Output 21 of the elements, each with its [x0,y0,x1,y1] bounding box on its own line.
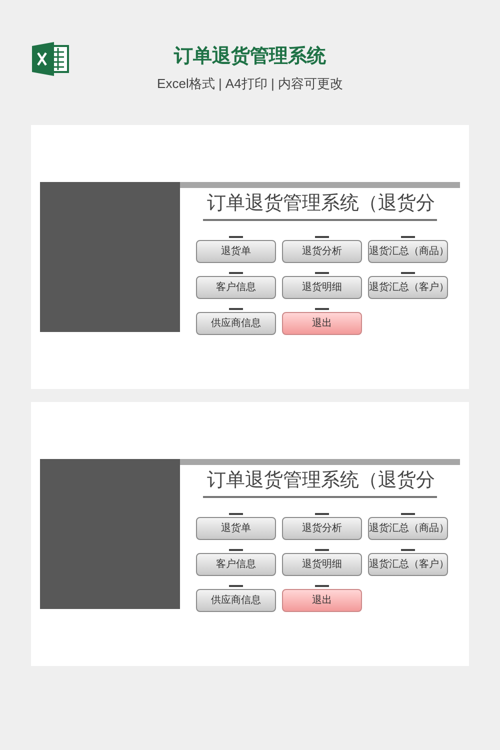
sheet-title: 订单退货管理系统（退货分 [207,469,436,493]
sheet-title: 订单退货管理系统（退货分 [207,192,436,216]
menu-button[interactable]: 退货汇总（客户） [368,553,448,576]
menu-button[interactable]: 退货单 [196,240,276,263]
menu-button[interactable]: 客户信息 [196,553,276,576]
page-subtitle: Excel格式 | A4打印 | 内容可更改 [157,75,343,93]
menu-button[interactable]: 退货明细 [282,276,362,299]
menu-button[interactable]: 退货分析 [282,240,362,263]
menu-button[interactable]: 退货单 [196,517,276,540]
menu-button[interactable]: 退货汇总（客户） [368,276,448,299]
page-title: 订单退货管理系统 [174,44,326,69]
menu-button[interactable]: 退出 [282,312,362,335]
menu-button[interactable]: 退货明细 [282,553,362,576]
menu-button[interactable]: 退货汇总（商品） [368,517,448,540]
spreadsheet-logo-icon [32,42,70,76]
menu-button[interactable]: 退货分析 [282,517,362,540]
menu-button[interactable]: 客户信息 [196,276,276,299]
menu-button[interactable]: 供应商信息 [196,312,276,335]
menu-button[interactable]: 供应商信息 [196,589,276,612]
menu-button[interactable]: 退出 [282,589,362,612]
menu-button[interactable]: 退货汇总（商品） [368,240,448,263]
